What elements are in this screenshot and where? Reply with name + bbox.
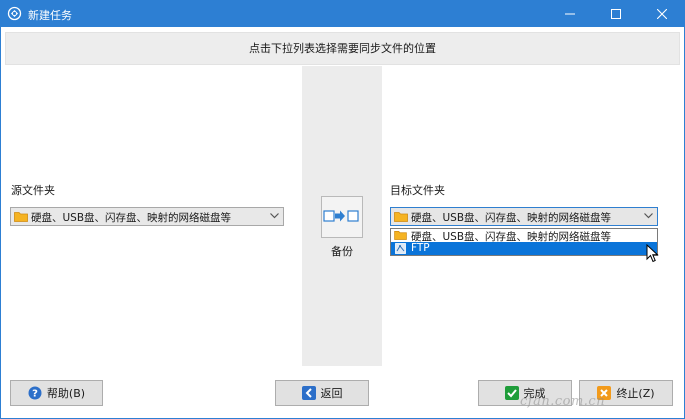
- source-label: 源文件夹: [11, 184, 55, 197]
- instruction-banner: 点击下拉列表选择需要同步文件的位置: [5, 32, 680, 65]
- folder-icon: [394, 231, 407, 240]
- close-icon: [657, 8, 667, 19]
- dropdown-option-ftp[interactable]: FTP: [391, 242, 657, 255]
- minimize-button[interactable]: [547, 0, 593, 27]
- mouse-cursor-icon: [646, 244, 659, 263]
- target-location-select[interactable]: 硬盘、USB盘、闪存盘、映射的网络磁盘等: [390, 207, 658, 226]
- back-button-label: 返回: [320, 387, 343, 400]
- app-icon: [7, 6, 22, 21]
- ftp-icon: [395, 243, 406, 254]
- maximize-button[interactable]: [593, 0, 639, 27]
- help-button-label: 帮助(B): [46, 387, 86, 400]
- folder-icon: [394, 212, 408, 222]
- close-button[interactable]: [639, 0, 685, 27]
- backup-label: 备份: [331, 245, 353, 258]
- help-icon: ?: [28, 386, 42, 400]
- back-button[interactable]: 返回: [275, 380, 369, 406]
- check-icon: [504, 386, 519, 400]
- target-location-dropdown: 硬盘、USB盘、闪存盘、映射的网络磁盘等 FTP: [390, 228, 658, 256]
- source-location-select[interactable]: 硬盘、USB盘、闪存盘、映射的网络磁盘等: [10, 207, 284, 226]
- minimize-icon: [565, 13, 575, 14]
- terminate-button-label: 终止(Z): [616, 387, 655, 400]
- back-arrow-icon: [301, 386, 316, 400]
- option-label: FTP: [411, 242, 430, 254]
- chevron-down-icon: [270, 213, 279, 219]
- dropdown-option-local-disk[interactable]: 硬盘、USB盘、闪存盘、映射的网络磁盘等: [391, 229, 657, 243]
- target-label: 目标文件夹: [390, 184, 445, 197]
- chevron-down-icon: [644, 213, 653, 219]
- watermark: cfan.com.cn: [520, 394, 606, 409]
- title-bar[interactable]: 新建任务: [0, 0, 685, 27]
- folder-icon: [14, 212, 28, 222]
- backup-arrow-icon: [323, 210, 359, 222]
- svg-text:?: ?: [32, 389, 38, 400]
- target-selected-value: 硬盘、USB盘、闪存盘、映射的网络磁盘等: [411, 212, 612, 224]
- help-button[interactable]: ? 帮助(B): [10, 380, 103, 406]
- window-title: 新建任务: [28, 9, 72, 22]
- backup-button[interactable]: [321, 196, 363, 238]
- source-selected-value: 硬盘、USB盘、闪存盘、映射的网络磁盘等: [31, 212, 232, 224]
- maximize-icon: [611, 8, 621, 19]
